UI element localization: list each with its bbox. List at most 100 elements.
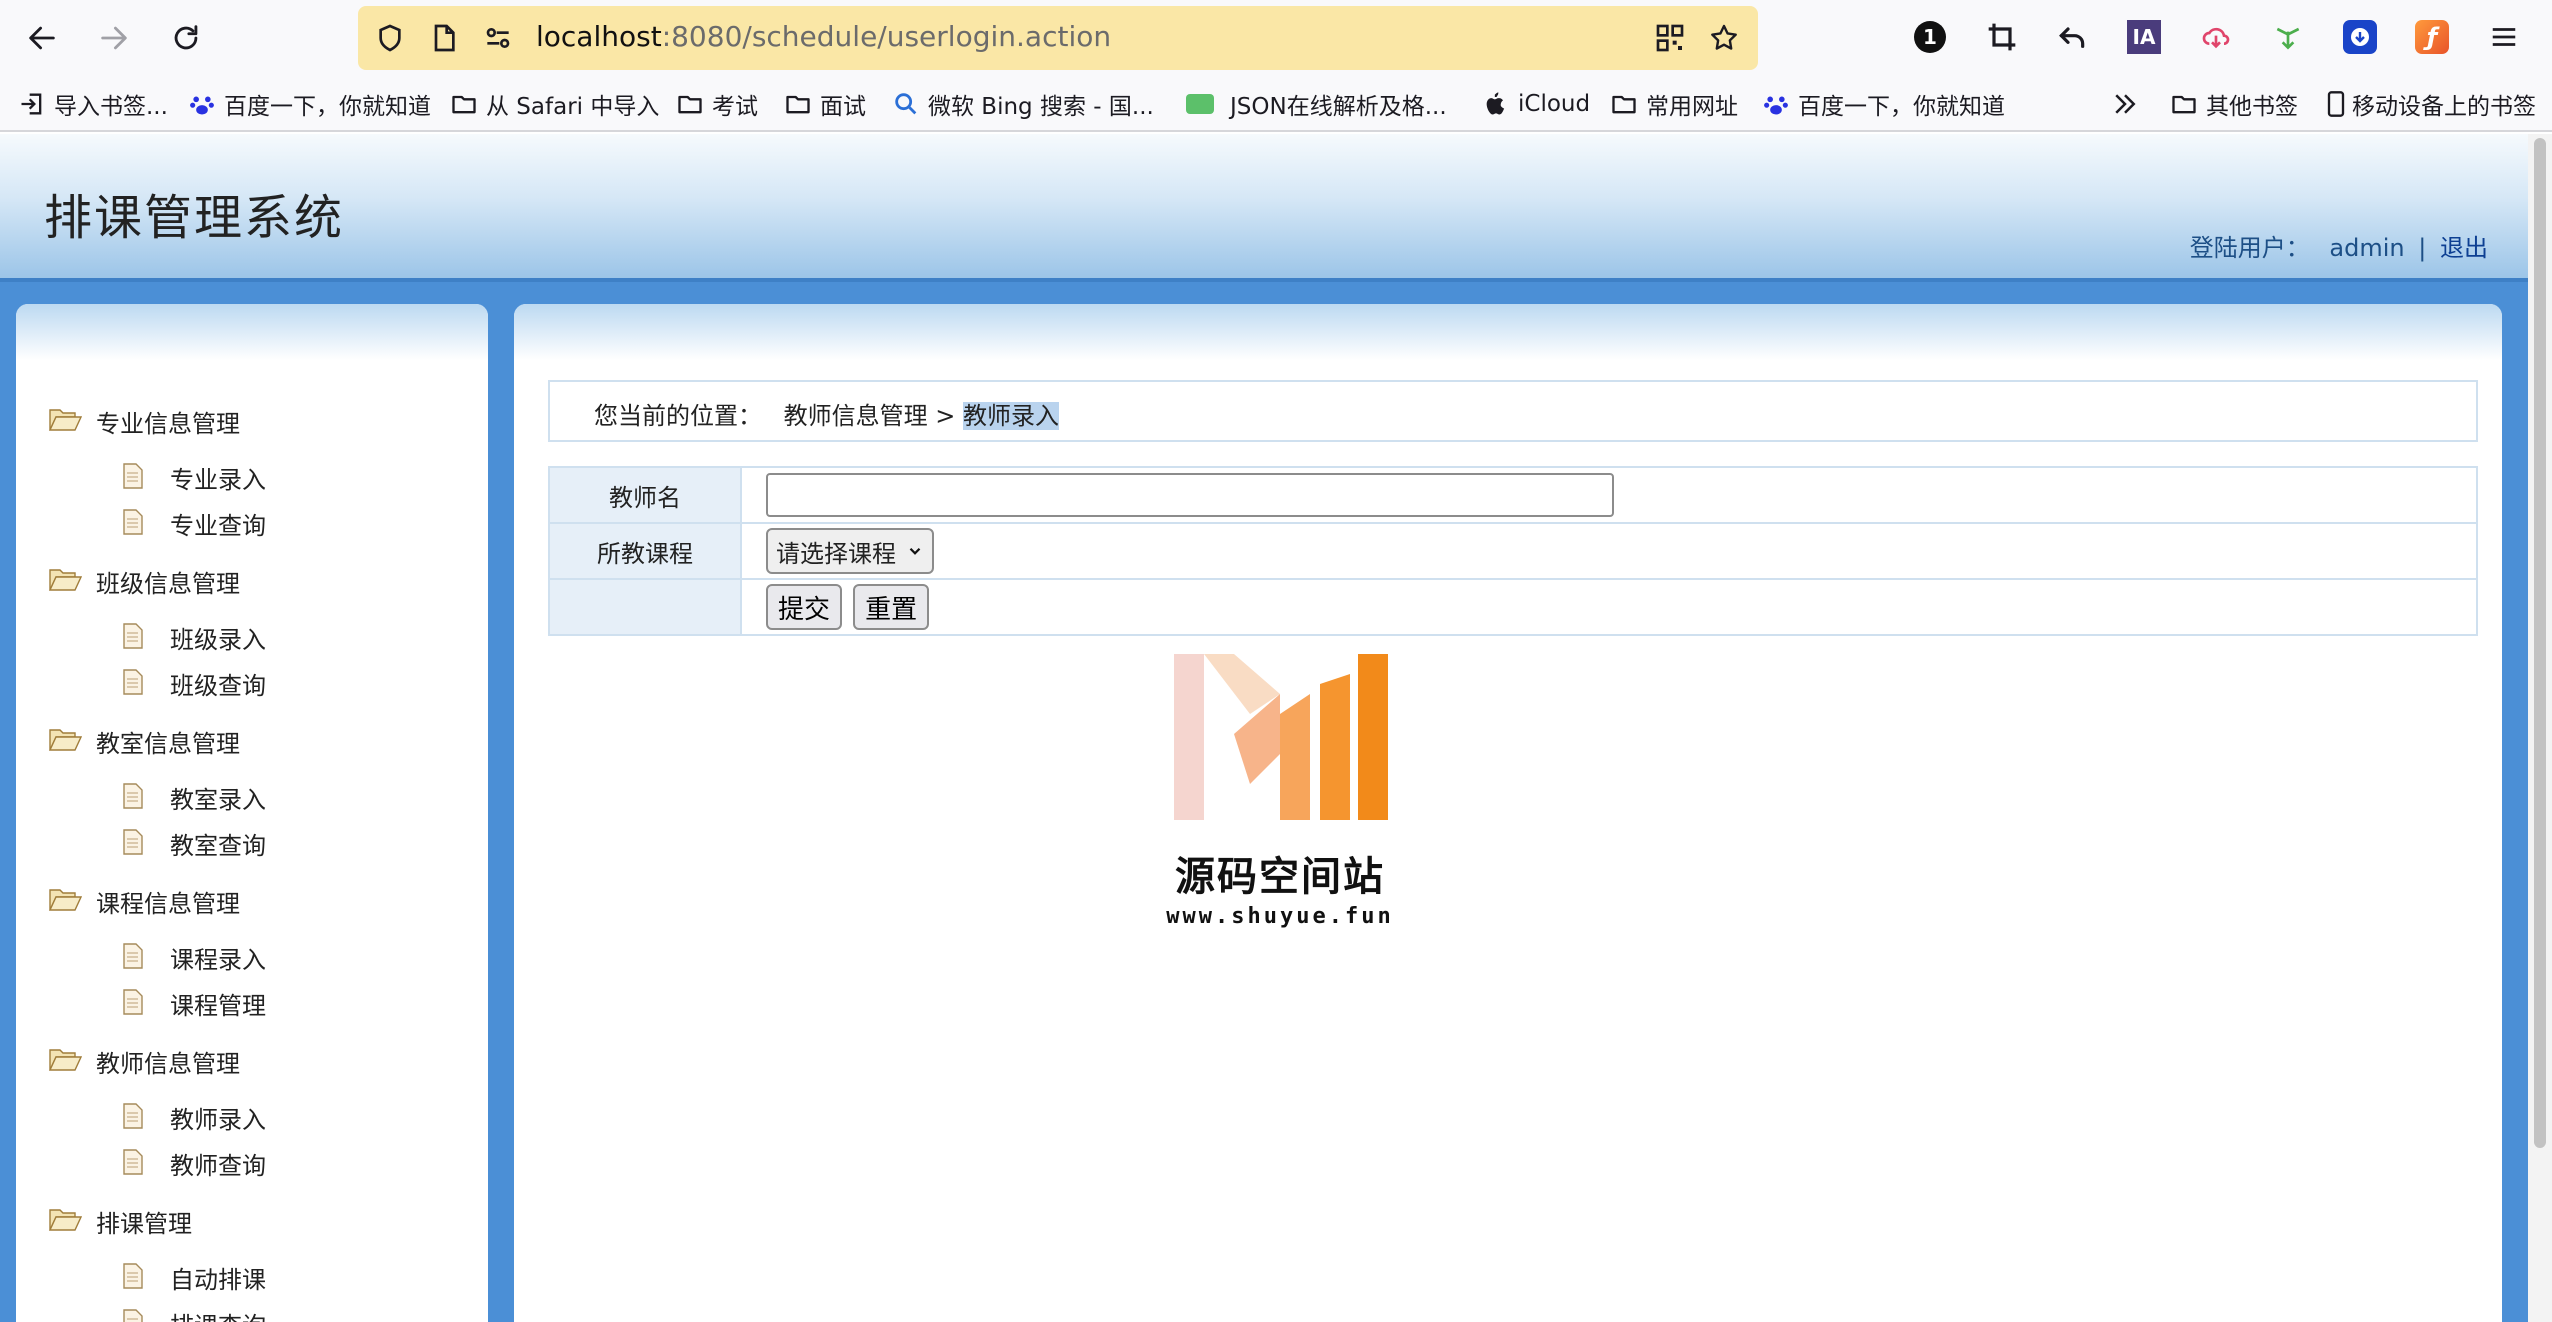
download-arrow-icon (2276, 27, 2300, 50)
url-path: :8080/schedule/userlogin.action (661, 20, 1112, 53)
breadcrumb-current: 教师录入 (963, 402, 1060, 430)
sidebar-menu-item[interactable]: 教室查询 (170, 826, 266, 861)
form-row-teacher: 教师名 (548, 466, 2478, 524)
folder-icon (678, 95, 702, 114)
menu-group-title[interactable]: 班级信息管理 (96, 564, 240, 599)
folder-open-icon (48, 726, 83, 752)
ia-extension[interactable]: IA (2124, 17, 2164, 57)
logout-link[interactable]: 退出 (2440, 234, 2488, 262)
download-manager-extension[interactable] (2340, 17, 2380, 57)
url-text[interactable]: localhost:8080/schedule/userlogin.action (536, 20, 1111, 53)
bookmark-import[interactable]: 导入书签... (18, 86, 168, 122)
address-bar[interactable]: localhost:8080/schedule/userlogin.action (358, 6, 1758, 70)
cloud-extension[interactable] (2196, 17, 2236, 57)
document-icon (122, 1308, 144, 1322)
menu-group-title[interactable]: 课程信息管理 (96, 884, 240, 919)
hamburger-menu-icon (2492, 28, 2516, 46)
form-row-course: 所教课程 请选择课程 (548, 522, 2478, 580)
bookmark-exam-folder[interactable]: 考试 (676, 86, 758, 122)
page-viewport: 排课管理系统 登陆用户： admin | 退出 专业信息管理专业录入专业查询班级… (0, 134, 2552, 1322)
submit-button[interactable]: 提交 (766, 584, 843, 630)
crop-icon (1988, 23, 2016, 51)
bookmark-baidu-2[interactable]: 百度一下，你就知道 (1762, 86, 2005, 122)
bookmark-mobile-folder[interactable]: 移动设备上的书签 (2322, 86, 2536, 122)
app-header: 排课管理系统 登陆用户： admin | 退出 (0, 134, 2528, 282)
baidu-paw-icon (190, 96, 214, 115)
bookmark-label: 考试 (712, 94, 758, 120)
main-content: 您当前的位置： 教师信息管理 > 教师录入 教师名 所教课程 请选择课程 提交 … (514, 304, 2502, 1322)
sidebar-menu-item[interactable]: 排课查询 (170, 1306, 266, 1322)
page-scrollbar[interactable] (2528, 134, 2552, 1322)
bookmark-other-folder[interactable]: 其他书签 (2170, 86, 2298, 122)
bookmark-interview-folder[interactable]: 面试 (784, 86, 866, 122)
menu-group-title[interactable]: 教师信息管理 (96, 1044, 240, 1079)
user-info: 登陆用户： admin | 退出 (2190, 228, 2488, 263)
reload-button[interactable] (162, 14, 210, 62)
bookmark-label: iCloud (1518, 91, 1591, 117)
sidebar-header (16, 304, 488, 360)
sidebar-menu-item[interactable]: 班级查询 (170, 666, 266, 701)
folder-open-icon (48, 1206, 83, 1232)
forward-button[interactable] (90, 14, 138, 62)
watermark-url: www.shuyue.fun (1166, 904, 1394, 929)
sidebar-menu-item[interactable]: 课程管理 (170, 986, 266, 1021)
page-icon[interactable] (428, 22, 460, 54)
folder-open-icon (48, 886, 83, 912)
search-icon (895, 93, 917, 115)
sidebar-menu-item[interactable]: 专业录入 (170, 460, 266, 495)
bookmark-icloud[interactable]: iCloud (1482, 86, 1590, 122)
teacher-name-input[interactable] (766, 473, 1614, 517)
bookmarks-overflow-button[interactable] (2110, 86, 2140, 122)
bookmark-label: 百度一下，你就知道 (1798, 94, 2005, 120)
sidebar-menu-item[interactable]: 教师录入 (170, 1100, 266, 1135)
course-select[interactable]: 请选择课程 (766, 528, 934, 574)
app-menu-button[interactable] (2484, 17, 2524, 57)
bookmark-json[interactable]: JSON在线解析及格... (1186, 86, 1447, 122)
breadcrumb: 您当前的位置： 教师信息管理 > 教师录入 (548, 380, 2478, 442)
folder-open-icon (48, 406, 83, 432)
document-icon (122, 1262, 144, 1290)
password-manager-extension[interactable]: 1 (1910, 17, 1950, 57)
crop-extension[interactable] (1982, 17, 2022, 57)
sidebar-menu-item[interactable]: 自动排课 (170, 1260, 266, 1295)
folder-icon (2172, 95, 2196, 114)
back-arrow-icon (29, 26, 55, 50)
back-button[interactable] (18, 14, 66, 62)
sidebar-menu-item[interactable]: 教室录入 (170, 780, 266, 815)
undo-extension[interactable] (2052, 17, 2092, 57)
sidebar-menu-item[interactable]: 班级录入 (170, 620, 266, 655)
bookmark-baidu-1[interactable]: 百度一下，你就知道 (188, 86, 431, 122)
course-selected-value: 请选择课程 (776, 539, 896, 568)
bookmark-label: 从 Safari 中导入 (486, 94, 660, 120)
permissions-icon[interactable] (482, 22, 514, 54)
sidebar-menu-item[interactable]: 课程录入 (170, 940, 266, 975)
download-helper-extension[interactable] (2268, 17, 2308, 57)
watermark-logo-icon (1174, 654, 1388, 820)
scrollbar-thumb[interactable] (2534, 138, 2546, 1148)
sidebar-menu-item[interactable]: 专业查询 (170, 506, 266, 541)
teacher-name-label: 教师名 (548, 466, 742, 524)
browser-toolbar: localhost:8080/schedule/userlogin.action… (0, 0, 2552, 76)
menu-group-title[interactable]: 教室信息管理 (96, 724, 240, 759)
document-icon (122, 828, 144, 856)
menu-group-title[interactable]: 专业信息管理 (96, 404, 240, 439)
bookmark-label: 常用网址 (1646, 94, 1738, 120)
menu-group-title[interactable]: 排课管理 (96, 1204, 192, 1239)
sidebar-menu-item[interactable]: 教师查询 (170, 1146, 266, 1181)
bookmark-bing[interactable]: 微软 Bing 搜索 - 国... (892, 86, 1154, 122)
document-icon (122, 462, 144, 490)
reload-icon (174, 25, 198, 50)
sidebar: 专业信息管理专业录入专业查询班级信息管理班级录入班级查询教室信息管理教室录入教室… (16, 304, 488, 1322)
bookmark-safari-folder[interactable]: 从 Safari 中导入 (450, 86, 659, 122)
folder-icon (786, 95, 810, 114)
bookmark-star-icon[interactable] (1708, 22, 1740, 54)
bookmark-label: JSON在线解析及格... (1230, 94, 1447, 120)
bookmark-label: 其他书签 (2206, 94, 2298, 120)
flash-extension[interactable]: ƒ (2412, 17, 2452, 57)
qr-code-icon[interactable] (1654, 22, 1686, 54)
bookmarks-bar: 导入书签... 百度一下，你就知道 从 Safari 中导入 考试 面试 微软 … (0, 76, 2552, 132)
shield-icon[interactable] (374, 22, 406, 54)
bookmark-common-folder[interactable]: 常用网址 (1610, 86, 1738, 122)
course-label: 所教课程 (548, 522, 742, 580)
reset-button[interactable]: 重置 (853, 584, 930, 630)
